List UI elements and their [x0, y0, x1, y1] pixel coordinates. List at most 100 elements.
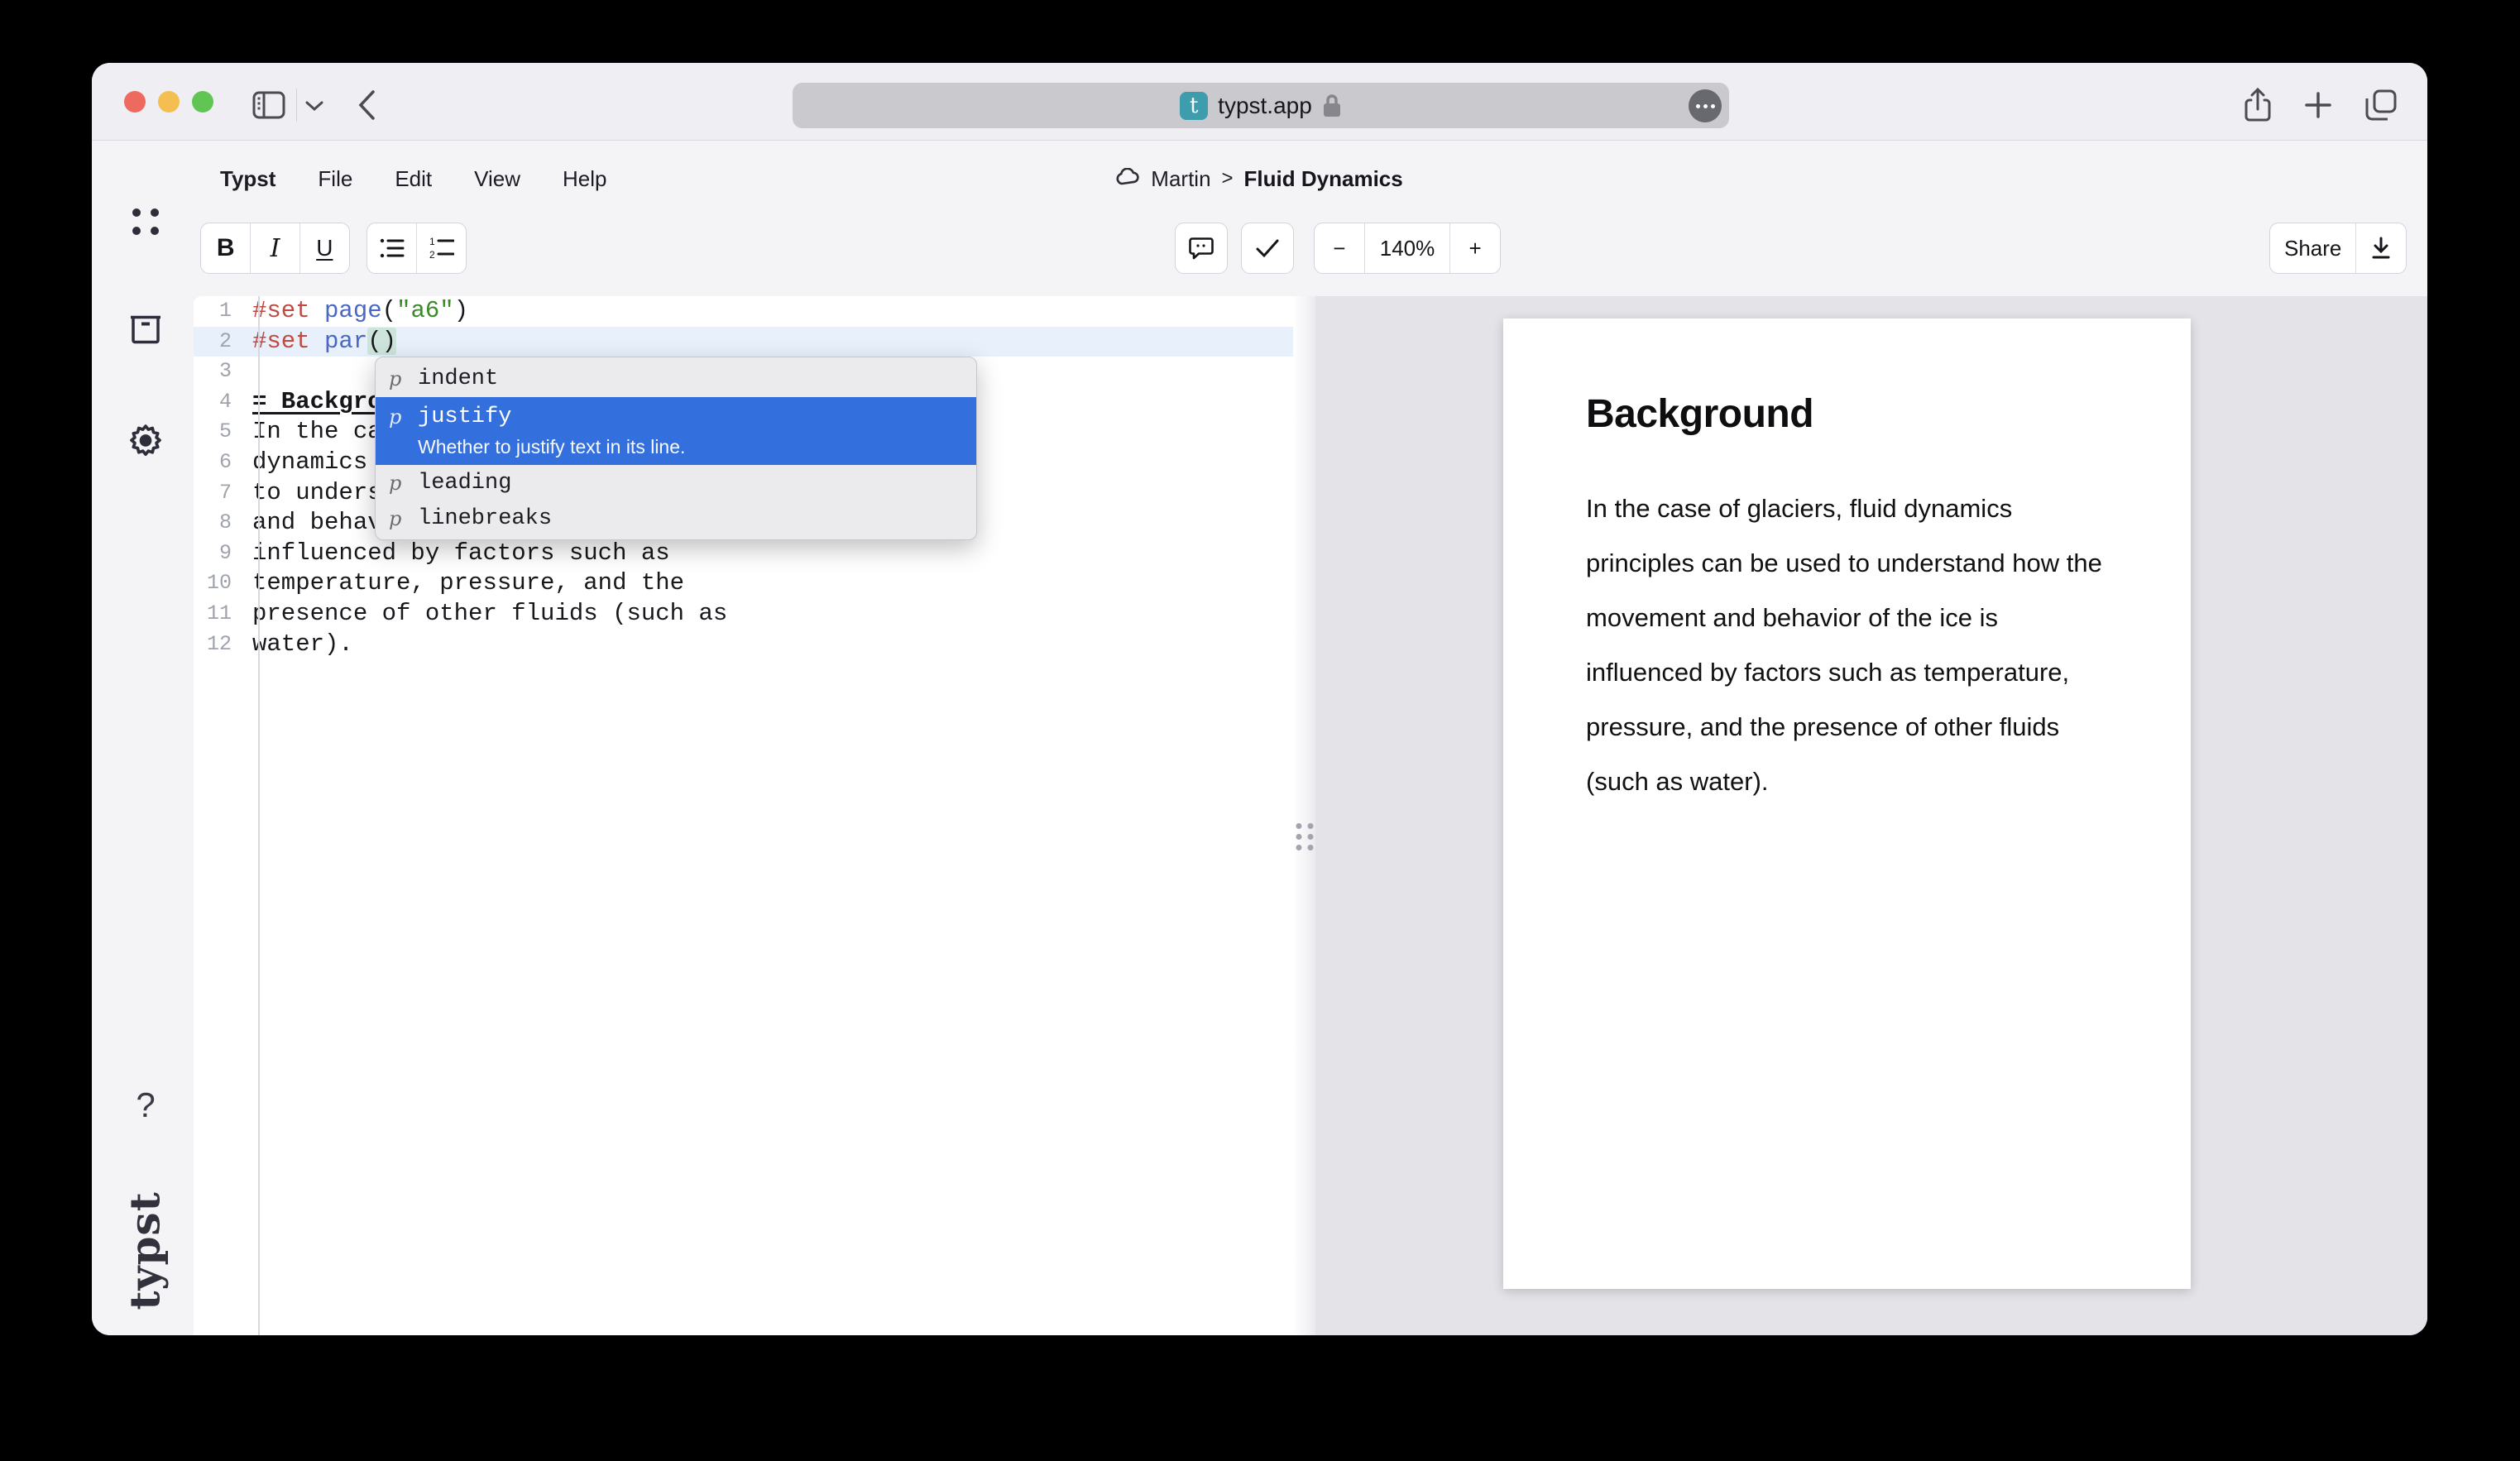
- code-line[interactable]: 1#set page("a6"): [194, 296, 1293, 327]
- numbered-list-button[interactable]: 1 2: [416, 223, 466, 273]
- drag-handle-icon[interactable]: [1296, 823, 1313, 850]
- preview-paragraph-line: pressure, and the presence of other flui…: [1586, 700, 2102, 754]
- download-button[interactable]: [2355, 223, 2406, 273]
- bold-button[interactable]: B: [201, 223, 250, 273]
- param-type-label: p: [389, 507, 407, 530]
- url-text: typst.app: [1218, 93, 1312, 119]
- tab-overview-icon[interactable]: [2362, 86, 2400, 124]
- toolbar-divider: [296, 89, 297, 122]
- site-favicon: t: [1180, 92, 1208, 120]
- line-number: 8: [194, 508, 245, 539]
- code-text: influenced by factors such as: [245, 539, 670, 569]
- code-line[interactable]: 10temperature, pressure, and the: [194, 568, 1293, 599]
- line-number: 10: [194, 568, 245, 599]
- line-number: 7: [194, 478, 245, 509]
- lock-icon: [1322, 93, 1342, 118]
- param-type-label: p: [389, 367, 407, 390]
- spellcheck-button[interactable]: [1241, 223, 1294, 274]
- share-page-icon[interactable]: [2240, 86, 2276, 124]
- checkmark-icon: [1242, 223, 1293, 273]
- share-button[interactable]: Share: [2270, 223, 2355, 273]
- new-tab-icon[interactable]: [2300, 86, 2336, 124]
- autocomplete-item-indent[interactable]: p indent: [376, 361, 976, 397]
- close-window-button[interactable]: [124, 91, 146, 113]
- italic-button[interactable]: I: [250, 223, 299, 273]
- comment-bubble-icon: [1176, 223, 1227, 273]
- zoom-level-value[interactable]: 140%: [1364, 223, 1450, 273]
- comment-button[interactable]: [1175, 223, 1228, 274]
- share-group: Share: [2269, 223, 2407, 274]
- page-settings-button[interactable]: [1689, 89, 1722, 122]
- autocomplete-item-justify-selected[interactable]: p justify Whether to justify text in its…: [376, 397, 976, 465]
- autocomplete-item-label: linebreaks: [418, 506, 552, 531]
- svg-text:1: 1: [429, 237, 435, 247]
- app-grid-icon[interactable]: [132, 208, 159, 235]
- typst-logo: typst: [121, 1191, 170, 1310]
- desktop-background: t typst.app: [0, 0, 2520, 1461]
- gutter-divider: [258, 296, 260, 1335]
- menu-view[interactable]: View: [474, 166, 520, 192]
- line-number: 5: [194, 417, 245, 448]
- autocomplete-item-label: leading: [418, 471, 511, 496]
- text-format-group: B I U: [200, 223, 350, 274]
- autocomplete-item-leading[interactable]: p leading: [376, 465, 976, 501]
- breadcrumb-workspace[interactable]: Martin: [1151, 166, 1210, 192]
- url-bar[interactable]: t typst.app: [793, 83, 1729, 128]
- zoom-out-button[interactable]: −: [1315, 223, 1364, 273]
- autocomplete-item-linebreaks[interactable]: p linebreaks: [376, 501, 976, 536]
- typst-app: ? typst Typst File Edit View Help Martin…: [92, 141, 2427, 1335]
- menu-edit[interactable]: Edit: [395, 166, 432, 192]
- app-menubar: Typst File Edit View Help: [220, 160, 607, 197]
- bullet-list-button[interactable]: [367, 223, 416, 273]
- param-type-label: p: [389, 405, 407, 429]
- cloud-icon: [1115, 168, 1140, 190]
- menu-typst[interactable]: Typst: [220, 166, 275, 192]
- code-text: temperature, pressure, and the: [245, 568, 684, 599]
- menu-help[interactable]: Help: [563, 166, 606, 192]
- document-preview-pane: Background In the case of glaciers, flui…: [1315, 296, 2427, 1335]
- breadcrumb-separator: >: [1222, 167, 1234, 190]
- code-text: #set par(): [245, 327, 396, 357]
- code-text: [245, 357, 252, 387]
- autocomplete-item-label: justify: [418, 405, 511, 429]
- back-button[interactable]: [350, 86, 383, 124]
- pane-resize-divider[interactable]: [1293, 296, 1315, 1335]
- files-box-icon[interactable]: [127, 314, 164, 350]
- menu-file[interactable]: File: [318, 166, 352, 192]
- line-number: 9: [194, 539, 245, 569]
- zoom-control-group: − 140% +: [1314, 223, 1501, 274]
- underline-button[interactable]: U: [299, 223, 349, 273]
- code-text: water).: [245, 630, 353, 660]
- preview-heading: Background: [1586, 391, 1813, 437]
- autocomplete-item-label: indent: [418, 366, 498, 391]
- param-type-label: p: [389, 472, 407, 495]
- browser-window: t typst.app: [92, 63, 2427, 1335]
- autocomplete-dropdown: p indent p justify Whether to justify te…: [375, 357, 977, 540]
- settings-gear-icon[interactable]: [127, 423, 164, 463]
- zoom-in-button[interactable]: +: [1449, 223, 1500, 273]
- list-format-group: 1 2: [367, 223, 467, 274]
- line-number: 3: [194, 357, 245, 387]
- autocomplete-item-description: Whether to justify text in its line.: [389, 434, 976, 459]
- minimize-window-button[interactable]: [158, 91, 180, 113]
- code-line[interactable]: 9influenced by factors such as: [194, 539, 1293, 569]
- code-line[interactable]: 2#set par(): [194, 327, 1293, 357]
- preview-paragraph-line: movement and behavior of the ice is: [1586, 591, 2102, 645]
- line-number: 11: [194, 599, 245, 630]
- code-line[interactable]: 12water).: [194, 630, 1293, 660]
- preview-paragraph-line: principles can be used to understand how…: [1586, 536, 2102, 591]
- sidebar-toggle-icon[interactable]: [251, 87, 287, 123]
- preview-paragraph-line: In the case of glaciers, fluid dynamics: [1586, 481, 2102, 536]
- breadcrumb: Martin > Fluid Dynamics: [1115, 162, 1402, 195]
- preview-paragraph: In the case of glaciers, fluid dynamicsp…: [1586, 481, 2102, 809]
- chevron-down-icon[interactable]: [303, 94, 326, 117]
- line-number: 1: [194, 296, 245, 327]
- preview-page: Background In the case of glaciers, flui…: [1503, 319, 2191, 1289]
- line-number: 6: [194, 448, 245, 478]
- code-text: #set page("a6"): [245, 296, 468, 327]
- code-line[interactable]: 11presence of other fluids (such as: [194, 599, 1293, 630]
- breadcrumb-document-title[interactable]: Fluid Dynamics: [1244, 166, 1403, 192]
- zoom-window-button[interactable]: [192, 91, 213, 113]
- help-button[interactable]: ?: [136, 1085, 155, 1125]
- line-number: 2: [194, 327, 245, 357]
